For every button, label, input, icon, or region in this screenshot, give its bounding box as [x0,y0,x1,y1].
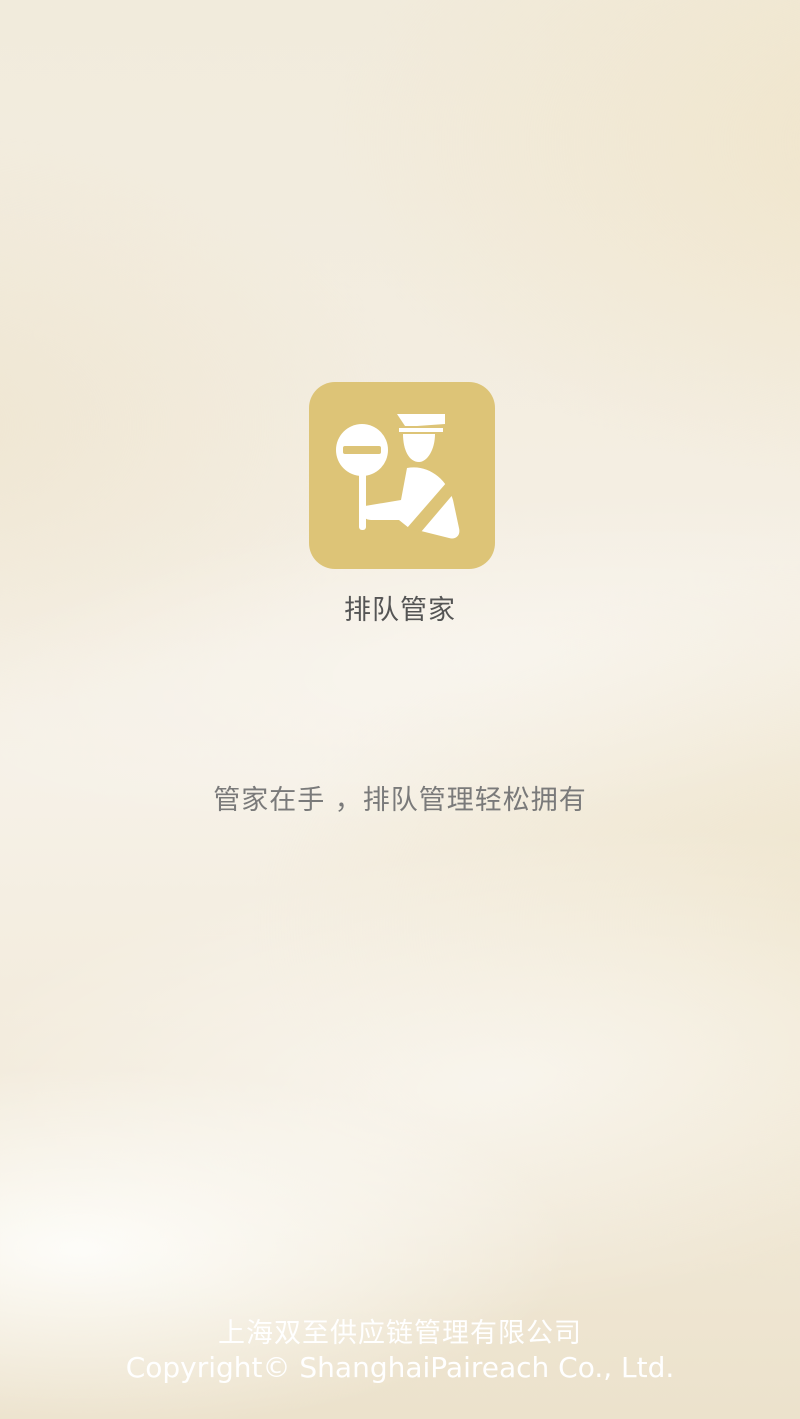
queue-butler-icon [309,382,495,569]
app-name: 排队管家 [344,595,456,626]
slogan-text: 管家在手 ，排队管理轻松拥有 [213,785,587,816]
company-name: 上海双至供应链管理有限公司 [218,1318,582,1349]
copyright-text: Copyright© ShanghaiPaireach Co., Ltd. [125,1351,675,1384]
